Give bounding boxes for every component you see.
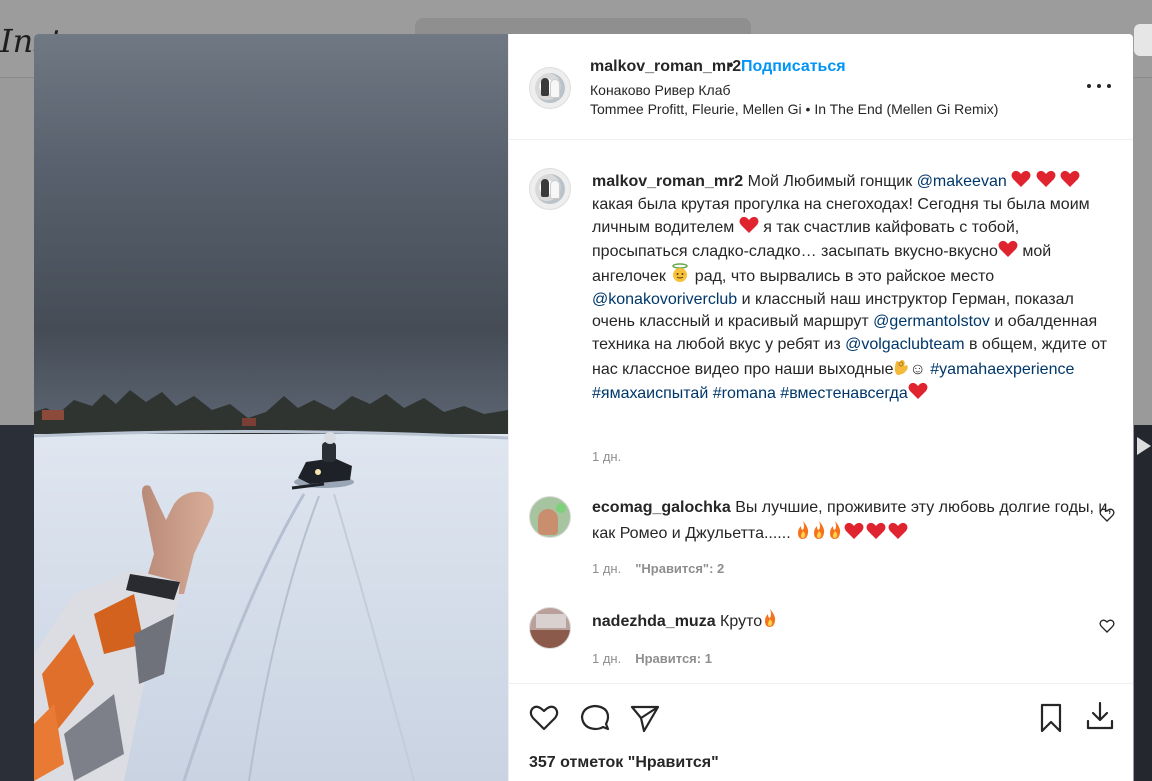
post-video[interactable] xyxy=(34,34,508,781)
fire-emoji-icon xyxy=(830,520,841,539)
red-heart-emoji-icon xyxy=(866,522,886,539)
music-track: In The End (Mellen Gi Remix) xyxy=(814,101,999,117)
caption-text: malkov_roman_mr2 Мой Любимый гонщик @mak… xyxy=(592,170,1117,405)
red-heart-emoji-icon xyxy=(739,216,759,233)
angel-face-emoji-icon xyxy=(672,263,689,282)
post-modal: malkov_roman_mr2 • Подписаться Конаково … xyxy=(34,34,1133,781)
background-close-area xyxy=(1134,24,1152,56)
post-header: malkov_roman_mr2 • Подписаться Конаково … xyxy=(509,34,1133,140)
share-send-icon[interactable] xyxy=(629,702,661,734)
download-icon[interactable] xyxy=(1084,700,1116,732)
caption-author-avatar[interactable] xyxy=(529,168,571,210)
mention-link[interactable]: @germantolstov xyxy=(873,313,990,330)
comment-meta: 1 дн. Нравится: 1 xyxy=(592,651,712,666)
commenter-avatar[interactable] xyxy=(529,607,571,649)
red-heart-emoji-icon xyxy=(844,522,864,539)
more-dot-icon xyxy=(1107,84,1111,88)
commenter-username[interactable]: nadezhda_muza xyxy=(592,613,716,630)
author-avatar[interactable] xyxy=(529,67,571,109)
red-heart-emoji-icon xyxy=(908,382,928,399)
mention-link[interactable]: @makeevan xyxy=(917,173,1007,190)
comment-text: nadezhda_muza Круто xyxy=(592,608,1117,634)
author-username[interactable]: malkov_roman_mr2 xyxy=(590,58,741,76)
play-icon xyxy=(1137,437,1151,455)
comment-text: ecomag_galochka Вы лучшие, проживите эту… xyxy=(592,497,1117,545)
red-heart-emoji-icon xyxy=(1060,170,1080,187)
more-options-button[interactable] xyxy=(1087,76,1111,96)
post-location[interactable]: Конаково Ривер Клаб xyxy=(590,82,731,98)
comment-likes-link[interactable]: "Нравится": 2 xyxy=(635,561,724,576)
header-separator: • xyxy=(728,57,734,74)
fire-emoji-icon xyxy=(798,520,809,539)
post-music[interactable]: Tommee Profitt, Fleurie, Mellen Gi • In … xyxy=(590,101,998,117)
caption-time[interactable]: 1 дн. xyxy=(592,449,621,464)
like-heart-icon[interactable] xyxy=(528,702,560,734)
red-heart-emoji-icon xyxy=(1036,170,1056,187)
likes-count[interactable]: 357 отметок "Нравится" xyxy=(529,754,719,772)
comment-time[interactable]: 1 дн. xyxy=(592,561,621,576)
caption-part: рад, что вырвались в это райское место xyxy=(694,268,995,285)
fire-emoji-icon xyxy=(814,520,825,539)
comment-like-heart-icon[interactable] xyxy=(1099,618,1115,634)
comment-likes-link[interactable]: Нравится: 1 xyxy=(635,651,712,666)
caption-username[interactable]: malkov_roman_mr2 xyxy=(592,173,743,190)
follow-button[interactable]: Подписаться xyxy=(741,58,846,76)
ok-hand-emoji-icon xyxy=(895,359,909,375)
post-actions-bar: 357 отметок "Нравится" xyxy=(509,683,1133,781)
red-heart-emoji-icon xyxy=(998,240,1018,257)
video-frame xyxy=(34,34,508,781)
comment-like-heart-icon[interactable] xyxy=(1099,507,1115,523)
red-heart-emoji-icon xyxy=(888,522,908,539)
smile-emoji: ☺ xyxy=(909,361,926,378)
comment-bubble-icon[interactable] xyxy=(579,702,611,734)
more-dot-icon xyxy=(1087,84,1091,88)
save-bookmark-icon[interactable] xyxy=(1035,702,1067,734)
music-separator: • xyxy=(805,101,811,117)
comments-list[interactable]: malkov_roman_mr2 Мой Любимый гонщик @mak… xyxy=(509,141,1133,683)
mention-link[interactable]: @konakovoriverclub xyxy=(592,291,737,308)
fire-emoji-icon xyxy=(765,609,776,627)
caption-part: Мой Любимый гонщик xyxy=(747,173,913,190)
more-dot-icon xyxy=(1097,84,1101,88)
comment-meta: 1 дн. "Нравится": 2 xyxy=(592,561,724,576)
music-artists: Tommee Profitt, Fleurie, Mellen Gi xyxy=(590,101,802,117)
red-heart-emoji-icon xyxy=(1011,170,1031,187)
commenter-avatar[interactable] xyxy=(529,496,571,538)
comment-time[interactable]: 1 дн. xyxy=(592,651,621,666)
commenter-username[interactable]: ecomag_galochka xyxy=(592,499,731,516)
comment-body: Круто xyxy=(720,613,763,630)
mention-link[interactable]: @volgaclubteam xyxy=(845,336,964,353)
background-media-right xyxy=(1134,425,1152,781)
background-media-left xyxy=(0,425,34,781)
post-side-panel: malkov_roman_mr2 • Подписаться Конаково … xyxy=(508,34,1133,781)
